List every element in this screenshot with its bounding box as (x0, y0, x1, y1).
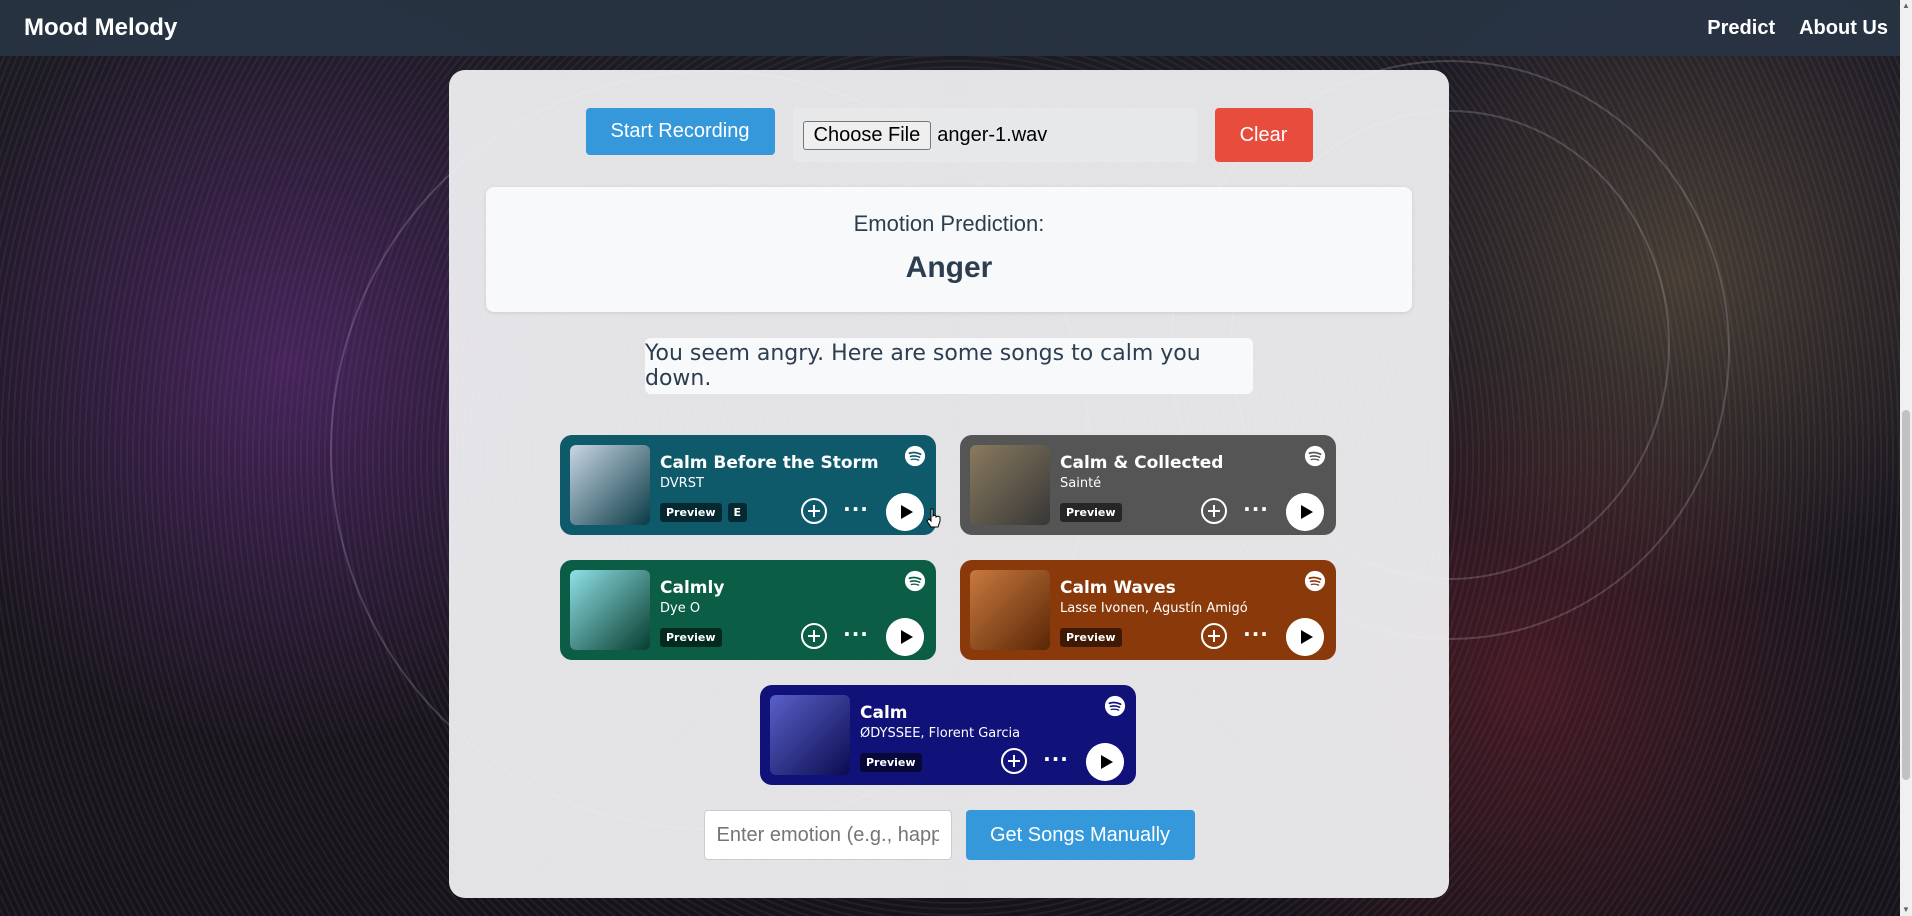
song-badge: Preview (1060, 628, 1122, 647)
song-title[interactable]: Calm & Collected (1060, 453, 1223, 473)
album-art (970, 570, 1050, 650)
spotify-icon[interactable] (1304, 445, 1326, 467)
recording-controls: Start Recording Choose File anger-1.wav … (449, 108, 1449, 162)
spotify-icon[interactable] (1104, 695, 1126, 717)
emotion-prediction-box: Emotion Prediction: Anger (486, 187, 1412, 312)
more-icon[interactable]: ··· (842, 499, 870, 523)
song-artist[interactable]: Sainté (1060, 476, 1101, 491)
scrollbar-thumb[interactable] (1902, 410, 1910, 780)
song-badges: Preview (1060, 503, 1122, 522)
navbar: Mood Melody Predict About Us (0, 0, 1912, 56)
choose-file-button[interactable]: Choose File (802, 120, 932, 150)
song-badge: Preview (660, 628, 722, 647)
mouse-pointer-icon (926, 508, 941, 528)
song-badge: Preview (860, 753, 922, 772)
manual-emotion-form: Get Songs Manually (449, 810, 1449, 860)
scroll-up-arrow-icon[interactable]: ▲ (1902, 2, 1910, 10)
song-title[interactable]: Calm Before the Storm (660, 453, 879, 473)
album-art (570, 570, 650, 650)
nav-links: Predict About Us (1707, 17, 1888, 40)
song-artist[interactable]: ØDYSSEE, Florent Garcia (860, 726, 1020, 741)
selected-file-name: anger-1.wav (937, 123, 1048, 146)
file-input[interactable]: Choose File anger-1.wav (792, 108, 1197, 162)
nav-link-about-us[interactable]: About Us (1799, 17, 1888, 40)
more-icon[interactable]: ··· (842, 624, 870, 648)
play-icon[interactable] (1286, 618, 1324, 656)
song-card[interactable]: Calm Before the Storm DVRST Preview E ··· (560, 435, 936, 535)
add-circle-icon[interactable] (800, 622, 828, 650)
album-art (770, 695, 850, 775)
nav-link-predict[interactable]: Predict (1707, 17, 1775, 40)
scroll-down-arrow-icon[interactable]: ▼ (1902, 906, 1910, 914)
page-scrollbar[interactable]: ▲ ▼ (1900, 0, 1912, 916)
song-badges: Preview (660, 628, 722, 647)
song-badges: Preview (1060, 628, 1122, 647)
song-title[interactable]: Calmly (660, 578, 724, 598)
song-badges: Preview E (660, 503, 748, 522)
song-artist[interactable]: Dye O (660, 601, 700, 616)
prediction-label: Emotion Prediction: (853, 211, 1045, 236)
play-icon[interactable] (886, 618, 924, 656)
add-circle-icon[interactable] (1200, 622, 1228, 650)
spotify-icon[interactable] (1304, 570, 1326, 592)
spotify-icon[interactable] (904, 445, 926, 467)
play-icon[interactable] (1286, 493, 1324, 531)
brand-logo[interactable]: Mood Melody (24, 14, 177, 42)
add-circle-icon[interactable] (1200, 497, 1228, 525)
start-recording-button[interactable]: Start Recording (585, 108, 775, 155)
spotify-icon[interactable] (904, 570, 926, 592)
clear-button[interactable]: Clear (1214, 108, 1313, 162)
play-icon[interactable] (1086, 743, 1124, 781)
more-icon[interactable]: ··· (1042, 749, 1070, 773)
song-card[interactable]: Calm ØDYSSEE, Florent Garcia Preview ··· (760, 685, 1136, 785)
more-icon[interactable]: ··· (1242, 624, 1270, 648)
prediction-value: Anger (905, 251, 993, 284)
song-title[interactable]: Calm (860, 703, 908, 723)
song-artist[interactable]: DVRST (660, 476, 704, 491)
play-icon[interactable] (886, 493, 924, 531)
song-artist[interactable]: Lasse Ivonen, Agustín Amigó (1060, 601, 1248, 616)
song-card[interactable]: Calm & Collected Sainté Preview ··· (960, 435, 1336, 535)
get-songs-manually-button[interactable]: Get Songs Manually (965, 810, 1195, 860)
more-icon[interactable]: ··· (1242, 499, 1270, 523)
main-panel: Start Recording Choose File anger-1.wav … (449, 70, 1449, 898)
add-circle-icon[interactable] (800, 497, 828, 525)
song-badges: Preview (860, 753, 922, 772)
song-badge: Preview (1060, 503, 1122, 522)
song-badge: Preview (660, 503, 722, 522)
song-title[interactable]: Calm Waves (1060, 578, 1176, 598)
emotion-input[interactable] (703, 810, 952, 860)
song-card[interactable]: Calm Waves Lasse Ivonen, Agustín Amigó P… (960, 560, 1336, 660)
album-art (970, 445, 1050, 525)
album-art (570, 445, 650, 525)
add-circle-icon[interactable] (1000, 747, 1028, 775)
song-card[interactable]: Calmly Dye O Preview ··· (560, 560, 936, 660)
recommendation-message: You seem angry. Here are some songs to c… (645, 338, 1253, 394)
song-badge: E (727, 503, 748, 522)
